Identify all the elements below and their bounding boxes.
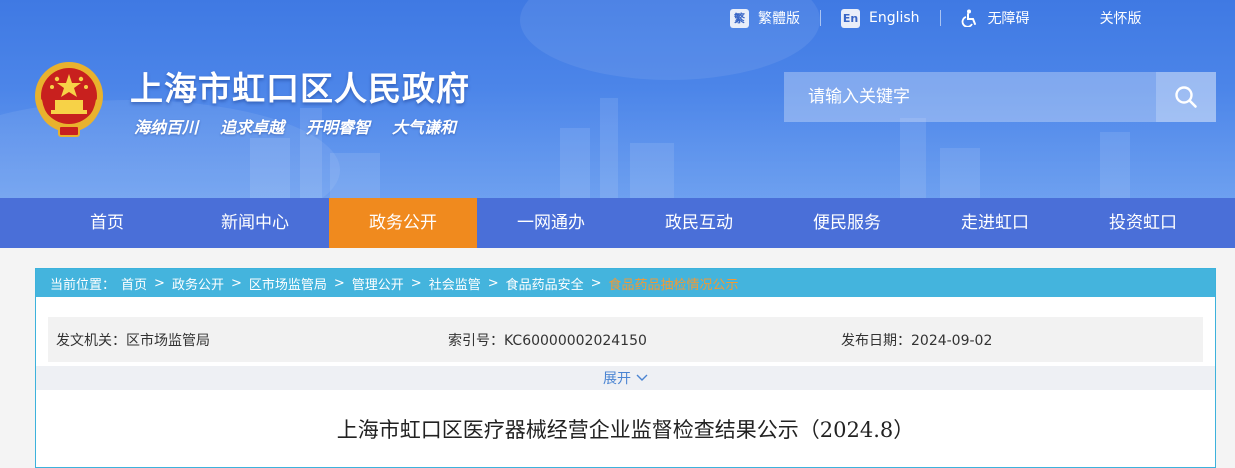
nav-item-government-affairs[interactable]: 政务公开	[329, 198, 477, 248]
divider	[939, 10, 941, 26]
index-number-field: 索引号：KC60000002024150	[448, 332, 647, 349]
breadcrumb-link[interactable]: 社会监管	[429, 274, 481, 293]
main-nav: 首页 新闻中心 政务公开 一网通办 政民互动 便民服务 走进虹口 投资虹口	[0, 198, 1235, 248]
breadcrumb-separator: >	[154, 275, 165, 291]
english-link[interactable]: En English	[841, 8, 920, 28]
breadcrumb: 当前位置： 首页 > 政务公开 > 区市场监管局 > 管理公开 > 社会监管 >…	[36, 269, 1215, 297]
site-slogan: 海纳百川 追求卓越 开明睿智 大气谦和	[134, 114, 456, 138]
site-title: 上海市虹口区人民政府	[130, 69, 470, 108]
nav-item-one-stop-service[interactable]: 一网通办	[477, 198, 625, 248]
traditional-label: 繁體版	[758, 11, 800, 27]
traditional-chinese-link[interactable]: 繁 繁體版	[730, 8, 800, 28]
expand-label: 展开	[603, 371, 631, 387]
divider	[820, 10, 821, 26]
breadcrumb-separator: >	[410, 275, 422, 291]
breadcrumb-prefix: 当前位置：	[50, 277, 116, 293]
nav-item-public-services[interactable]: 便民服务	[773, 198, 921, 248]
slogan-item: 海纳百川	[134, 118, 199, 137]
elder-care-link[interactable]: 关怀版	[1100, 8, 1142, 28]
breadcrumb-link[interactable]: 食品药品安全	[506, 274, 584, 293]
issuer-field: 发文机关：区市场监管局	[56, 332, 210, 349]
breadcrumb-separator: >	[590, 275, 602, 291]
breadcrumb-link[interactable]: 管理公开	[352, 274, 404, 293]
nav-item-invest-hongkou[interactable]: 投资虹口	[1069, 198, 1217, 248]
elder-care-label: 关怀版	[1099, 11, 1142, 27]
search-icon	[1174, 85, 1198, 109]
chevron-down-icon	[636, 374, 648, 382]
english-badge-icon: En	[841, 8, 860, 28]
content-panel: 当前位置： 首页 > 政务公开 > 区市场监管局 > 管理公开 > 社会监管 >…	[35, 268, 1216, 468]
slogan-item: 追求卓越	[220, 118, 285, 137]
slogan-item: 大气谦和	[392, 118, 457, 137]
slogan-item: 开明睿智	[306, 118, 371, 137]
accessibility-label: 无障碍	[987, 11, 1030, 27]
breadcrumb-separator: >	[333, 275, 345, 291]
nav-item-news[interactable]: 新闻中心	[181, 198, 329, 248]
breadcrumb-separator: >	[487, 275, 499, 291]
expand-toggle[interactable]: 展开	[36, 366, 1215, 390]
search-bar	[784, 72, 1216, 122]
accessibility-link[interactable]: 无障碍	[961, 8, 1030, 28]
nav-item-home[interactable]: 首页	[33, 198, 181, 248]
national-emblem-logo	[33, 60, 105, 138]
nav-item-about-hongkou[interactable]: 走进虹口	[921, 198, 1069, 248]
english-label: English	[869, 10, 920, 26]
search-input[interactable]	[784, 72, 1156, 122]
article-title: 上海市虹口区医疗器械经营企业监督检查结果公示（2024.8）	[336, 418, 915, 442]
search-button[interactable]	[1156, 72, 1216, 122]
breadcrumb-link[interactable]: 首页	[121, 274, 147, 293]
breadcrumb-current[interactable]: 食品药品抽检情况公示	[609, 274, 739, 293]
site-header: 繁 繁體版 En English 无障碍 关怀版 上海市虹口区人民政府 海纳百川…	[0, 0, 1235, 198]
wheelchair-icon	[961, 9, 979, 27]
breadcrumb-separator: >	[230, 275, 242, 291]
nav-item-interaction[interactable]: 政民互动	[625, 198, 773, 248]
traditional-badge-icon: 繁	[730, 8, 749, 28]
publish-date-field: 发布日期：2024-09-02	[841, 332, 993, 349]
breadcrumb-link[interactable]: 政务公开	[172, 274, 224, 293]
top-links: 繁 繁體版 En English 无障碍 关怀版	[720, 7, 1142, 29]
document-meta: 发文机关：区市场监管局 索引号：KC60000002024150 发布日期：20…	[48, 317, 1203, 362]
breadcrumb-link[interactable]: 区市场监管局	[249, 274, 327, 293]
